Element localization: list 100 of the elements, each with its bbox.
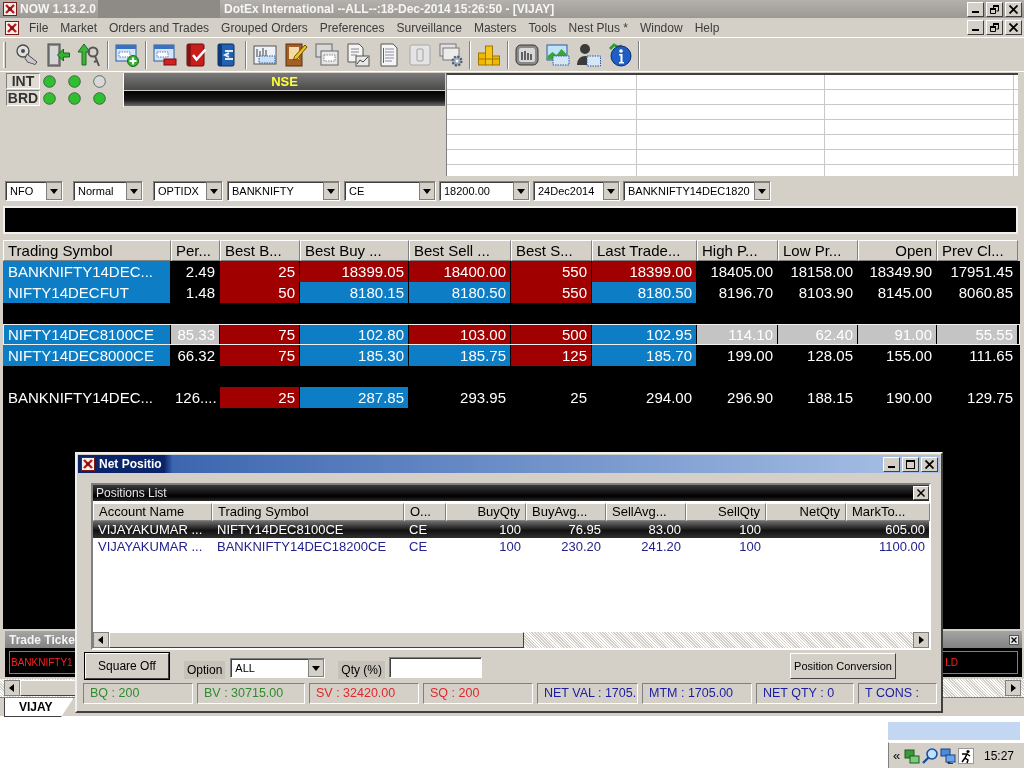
menu-item[interactable]: Window (633, 20, 689, 35)
minimize-button[interactable] (883, 456, 900, 472)
menu-item[interactable]: Help (688, 20, 726, 35)
minimize-button[interactable] (967, 1, 984, 17)
column-header[interactable]: Prev Cl... (937, 240, 1018, 261)
column-header[interactable]: Best B... (220, 240, 300, 261)
position-conversion-button[interactable]: Position Conversion (790, 653, 896, 679)
table-cell-text: VIJAYAKUMAR ... (97, 538, 204, 555)
chart-window-icon[interactable] (253, 42, 277, 67)
column-header[interactable]: Trading Symbol (212, 503, 404, 521)
column-header[interactable]: High P... (697, 240, 778, 261)
quote-row[interactable]: NIFTY14DEC8100CE 85.33 75 102.80 103.00 500 102.95 114.10 62.40 91.00 55.55 (3, 324, 1020, 345)
window-gear-icon[interactable] (439, 42, 463, 67)
filter-dropdown[interactable]: OPTIDX (153, 181, 223, 201)
sheet-tab[interactable]: VIJAY (4, 698, 74, 717)
column-header[interactable]: Account Name (93, 503, 212, 521)
filter-dropdown[interactable]: 24Dec2014 (533, 181, 620, 201)
position-row[interactable]: VIJAYAKUMAR ... NIFTY14DEC8100CE CE 100 76.95 83.00 100 605.00 (93, 521, 929, 538)
menu-item[interactable]: Surveillance (390, 20, 468, 35)
menu-item[interactable]: Tools (522, 20, 563, 35)
close-button[interactable] (913, 486, 929, 500)
maximize-icon (906, 459, 915, 469)
keys-icon[interactable] (15, 42, 39, 67)
column-header[interactable]: Per... (171, 240, 220, 261)
stacked-windows-icon[interactable] (315, 42, 339, 67)
option-dropdown[interactable]: ALL (230, 658, 326, 678)
column-header[interactable]: NetQty (766, 503, 846, 521)
quote-row[interactable]: NIFTY14DECFUT 1.48 50 8180.15 8180.50 550 8180.50 8196.70 8103.90 8145.00 8060.85 (3, 282, 1020, 303)
minimize-button[interactable] (967, 20, 984, 35)
filter-dropdown[interactable]: BANKNIFTY14DEC1820 (623, 181, 771, 201)
maximize-button[interactable] (902, 456, 919, 472)
column-header[interactable]: Best Sell ... (409, 240, 511, 261)
door-arrow-icon[interactable] (46, 42, 70, 67)
menu-item[interactable]: File (23, 20, 55, 35)
column-header[interactable]: Trading Symbol (3, 240, 171, 261)
filter-dropdown[interactable]: 18200.00 (439, 181, 530, 201)
minimize-icon (888, 465, 895, 468)
close-icon[interactable] (1009, 634, 1019, 645)
filter-dropdown[interactable]: Normal (73, 181, 143, 201)
network-icon[interactable] (904, 747, 921, 764)
scrollbar-thumb[interactable] (109, 632, 524, 648)
table-cell: 50 (220, 282, 300, 303)
window-minus-icon[interactable] (153, 42, 177, 67)
column-header[interactable]: SellQty (686, 503, 766, 521)
column-header[interactable]: Open (858, 240, 937, 261)
horizontal-scrollbar[interactable] (93, 632, 929, 648)
menu-item[interactable]: Grouped Orders (215, 20, 314, 35)
table-cell: 62.40 (778, 324, 858, 345)
column-header[interactable]: Best Buy ... (300, 240, 409, 261)
menu-item[interactable]: Nest Plus * (562, 20, 634, 35)
column-header[interactable]: BuyAvg... (526, 503, 606, 521)
monitor-bars-icon[interactable] (515, 42, 539, 67)
magnifier-icon[interactable] (922, 747, 939, 764)
monitors-icon[interactable] (940, 747, 957, 764)
arrow-key-icon[interactable] (77, 42, 101, 67)
toolbar-grip[interactable] (3, 41, 6, 68)
menu-item[interactable]: Masters (467, 20, 523, 35)
menu-item[interactable]: Preferences (313, 20, 391, 35)
column-header[interactable]: SellAvg... (606, 503, 686, 521)
filter-dropdown[interactable]: NFO (5, 181, 63, 201)
column-header[interactable]: Last Trade... (592, 240, 697, 261)
table-cell: 185.30 (300, 345, 409, 366)
summary-field: BV : 30715.00 (197, 683, 305, 704)
column-header[interactable]: Low Pr... (778, 240, 858, 261)
show-hidden-icons-button[interactable]: « (893, 748, 901, 763)
quote-row[interactable]: BANKNIFTY14DEC... 126.... 25 287.85 293.95 25 294.00 296.90 188.15 190.00 129.75 (3, 387, 1020, 408)
book-check-icon[interactable] (184, 42, 208, 67)
column-header[interactable]: O... (404, 503, 446, 521)
restore-button[interactable] (986, 1, 1003, 17)
table-cell-text: CE (408, 521, 429, 538)
document-chart-icon[interactable] (346, 42, 370, 67)
column-header[interactable]: MarkTo... (846, 503, 930, 521)
close-button[interactable] (921, 456, 938, 472)
quote-row[interactable]: NIFTY14DEC8000CE 66.32 75 185.30 185.75 125 185.70 199.00 128.05 155.00 111.65 (3, 345, 1020, 366)
podium-icon[interactable] (477, 42, 501, 67)
column-header[interactable]: Best S... (511, 240, 592, 261)
menu-item[interactable]: Market (54, 20, 104, 35)
ticker-text: LD (945, 657, 958, 668)
info-icon[interactable] (608, 42, 632, 67)
runner-icon[interactable] (958, 747, 975, 764)
table-cell: 103.00 (409, 324, 511, 345)
close-button[interactable] (1005, 1, 1022, 17)
filter-dropdown[interactable]: CE (344, 181, 436, 201)
close-button[interactable] (1005, 20, 1022, 35)
table-cell-text: 1100.00 (877, 538, 926, 555)
column-header[interactable]: BuyQty (446, 503, 526, 521)
filter-dropdown[interactable]: BANKNIFTY (227, 181, 340, 201)
notebook-pencil-icon[interactable] (284, 42, 308, 67)
area-chart-window-icon[interactable] (546, 42, 570, 67)
restore-button[interactable] (986, 20, 1003, 35)
quote-row[interactable]: BANKNIFTY14DEC... 2.49 25 18399.05 18400.00 550 18399.00 18405.00 18158.00 18349.90 17951.45 (3, 261, 1020, 282)
menu-item[interactable]: Orders and Trades (103, 20, 216, 35)
window-plus-icon[interactable] (115, 42, 139, 67)
close-icon (1009, 4, 1018, 14)
document-icon[interactable] (377, 42, 401, 67)
user-window-icon[interactable] (577, 42, 601, 67)
table-cell: NIFTY14DEC8100CE (3, 324, 171, 345)
square-off-button[interactable]: Square Off (85, 653, 169, 679)
status-label: BRD (6, 90, 40, 106)
qty-field[interactable] (389, 656, 483, 678)
